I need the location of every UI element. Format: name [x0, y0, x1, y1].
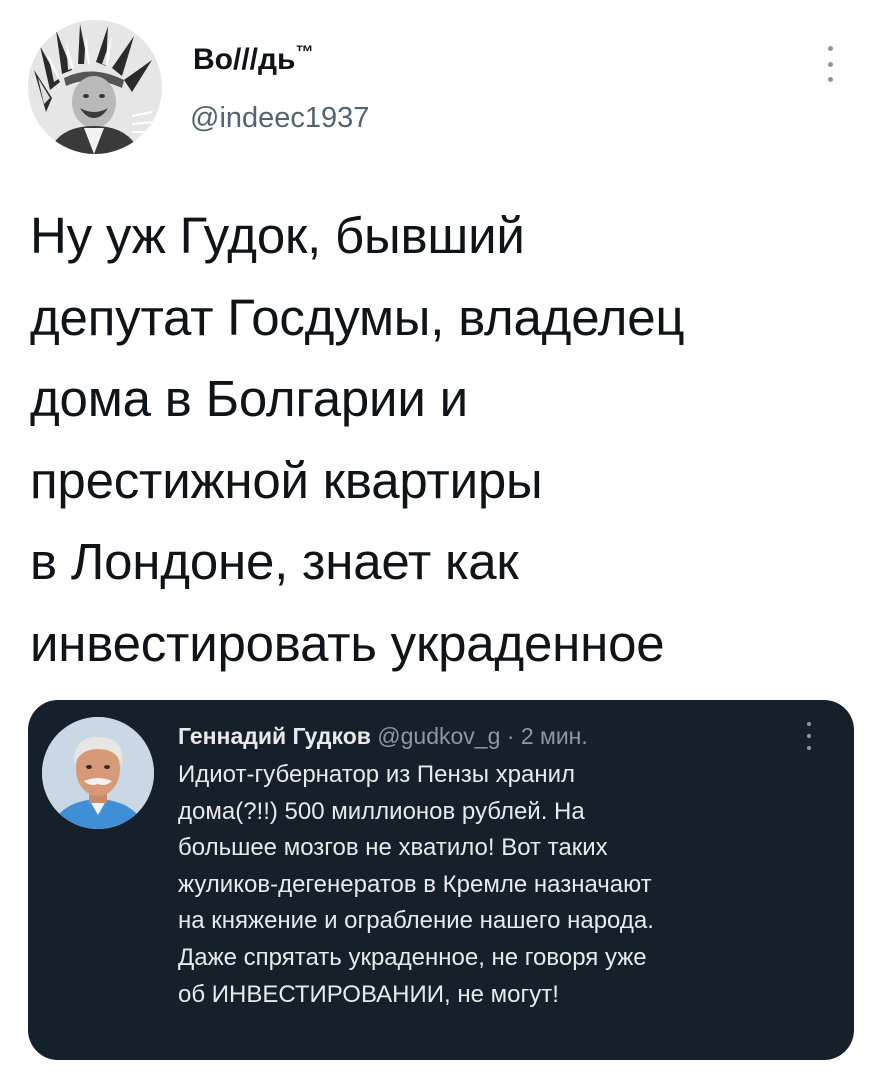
author-handle[interactable]: @indeec1937: [190, 104, 369, 133]
more-vertical-icon-dot: [827, 77, 833, 82]
quoted-author-avatar[interactable]: [42, 717, 154, 829]
author-avatar[interactable]: [28, 20, 162, 154]
more-vertical-icon-dot: [807, 746, 811, 750]
quoted-text-line: большее мозгов не хватило! Вот таких: [178, 834, 608, 862]
quoted-text-line: жуликов-дегенератов в Кремле назначают: [178, 870, 652, 898]
chief-headdress-avatar-icon: [28, 20, 162, 154]
quoted-author-handle[interactable]: @gudkov_g: [377, 723, 500, 749]
quoted-tweet-time[interactable]: 2 мин.: [521, 723, 588, 749]
tweet-text-line: в Лондоне, знает как: [30, 533, 519, 590]
tweet-text-line: инвестировать украденное: [30, 614, 665, 672]
more-vertical-icon: [807, 722, 811, 726]
trademark-mark: ™: [295, 42, 314, 62]
more-vertical-icon-dot: [827, 61, 833, 67]
tweet-text-line: Ну уж Гудок, бывший: [30, 207, 525, 264]
quoted-tweet-text: Идиот-губернатор из Пензы хранил дома(?!…: [178, 757, 838, 1013]
quoted-text-line: на княжение и ограбление нашего народа.: [178, 907, 654, 935]
quoted-tweet-card[interactable]: Геннадий Гудков @gudkov_g · 2 мин. Идиот…: [28, 700, 854, 1060]
more-vertical-icon-dot: [807, 734, 811, 738]
more-options-button[interactable]: [818, 46, 842, 82]
quoted-text-line: об ИНВЕСТИРОВАНИИ, не могут!: [178, 980, 559, 1008]
more-vertical-icon: [827, 46, 833, 51]
author-name[interactable]: Bo///дь™: [193, 42, 314, 76]
quoted-more-options-button[interactable]: [800, 722, 818, 750]
gray-haired-man-avatar-icon: [42, 717, 154, 829]
tweet-text-line: престижной квартиры: [30, 451, 543, 509]
tweet-text-line: депутат Госдумы, владелец: [30, 288, 685, 346]
quoted-text-line: Даже спрятать украденное, не говоря уже: [178, 943, 647, 971]
quoted-author-name[interactable]: Геннадий Гудков: [178, 723, 371, 749]
tweet-text-line: дома в Болгарии и: [30, 370, 468, 427]
quoted-tweet-header: Геннадий Гудков @gudkov_g · 2 мин.: [178, 725, 588, 748]
header-separator: ·: [506, 723, 515, 749]
quoted-text-line: дома(?!!) 500 миллионов рублей. На: [178, 797, 585, 825]
quoted-text-line: Идиот-губернатор из Пензы хранил: [178, 761, 576, 788]
tweet-text: Ну уж Гудок, бывший депутат Госдумы, вла…: [30, 195, 860, 684]
author-name-text: Bo///дь: [193, 43, 296, 76]
